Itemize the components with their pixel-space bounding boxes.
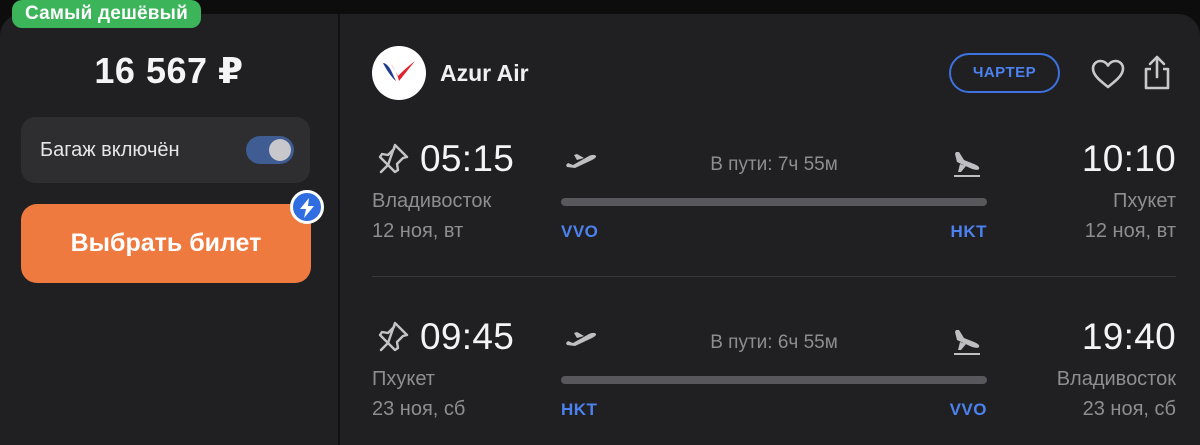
- flight-leg[interactable]: 05:15 Владивосток 12 ноя, вт В пути: 7ч …: [372, 134, 1176, 264]
- lightning-icon: [290, 190, 324, 224]
- pin-icon[interactable]: [376, 320, 410, 359]
- arrival-time: 19:40: [1081, 316, 1176, 357]
- airline-name: Azur Air: [440, 60, 529, 86]
- departure-city: Владивосток: [372, 190, 492, 212]
- flight-track: [561, 376, 987, 384]
- arrival-city: Пхукет: [1113, 190, 1176, 212]
- departure-airport-code: HKT: [561, 400, 598, 419]
- landing-icon: [952, 150, 982, 183]
- baggage-toggle-row[interactable]: Багаж включён: [21, 117, 310, 183]
- departure-date: 23 ноя, сб: [372, 398, 466, 420]
- charter-badge: ЧАРТЕР: [949, 53, 1060, 93]
- arrival-airport-code: VVO: [949, 400, 987, 419]
- ticket-price: 16 567 ₽: [94, 50, 244, 91]
- departure-date: 12 ноя, вт: [372, 220, 464, 242]
- departure-time: 05:15: [420, 138, 515, 179]
- toggle-knob: [269, 139, 291, 161]
- arrival-time: 10:10: [1081, 138, 1176, 179]
- cheapest-badge: Самый дешёвый: [12, 0, 201, 28]
- vertical-divider: [338, 14, 340, 445]
- flight-duration: В пути: 6ч 55м: [710, 332, 838, 353]
- arrival-date: 12 ноя, вт: [1084, 220, 1176, 242]
- departure-city: Пхукет: [372, 368, 435, 390]
- share-icon[interactable]: [1141, 54, 1173, 97]
- arrival-date: 23 ноя, сб: [1082, 398, 1176, 420]
- select-ticket-button[interactable]: Выбрать билет: [21, 204, 311, 283]
- baggage-label: Багаж включён: [40, 139, 180, 161]
- arrival-airport-code: HKT: [950, 222, 987, 241]
- baggage-toggle[interactable]: [246, 136, 294, 164]
- departure-time: 09:45: [420, 316, 515, 357]
- pin-icon[interactable]: [376, 142, 410, 181]
- flight-duration: В пути: 7ч 55м: [710, 154, 838, 175]
- flight-leg[interactable]: 09:45 Пхукет 23 ноя, сб В пути: 6ч 55м H…: [372, 312, 1176, 442]
- arrival-city: Владивосток: [1056, 368, 1176, 390]
- leg-divider: [372, 276, 1176, 277]
- flight-track: [561, 198, 987, 206]
- airline-logo: [372, 46, 426, 100]
- heart-icon[interactable]: [1090, 58, 1126, 95]
- landing-icon: [952, 328, 982, 361]
- departure-airport-code: VVO: [561, 222, 599, 241]
